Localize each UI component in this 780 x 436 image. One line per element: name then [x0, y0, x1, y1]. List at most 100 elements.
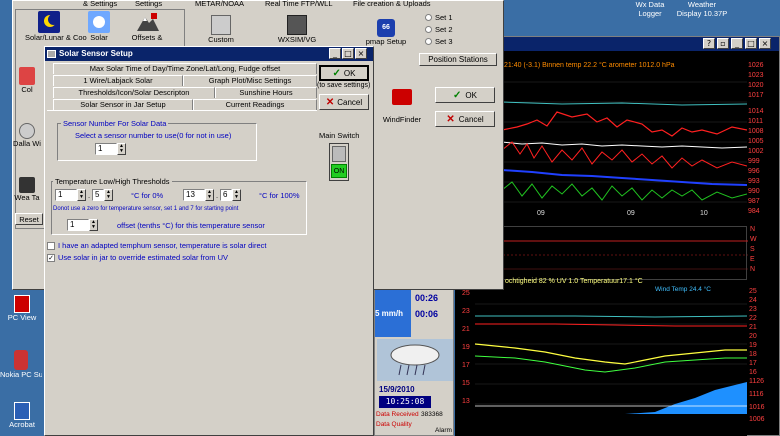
high-int-input[interactable]: 13 — [183, 189, 205, 201]
radio-set3[interactable]: Set 3 — [425, 37, 453, 46]
windfinder-icon — [392, 89, 412, 105]
high-dec-input[interactable]: 6 — [220, 189, 232, 201]
main-ok-button[interactable]: ✓ OK — [435, 87, 495, 103]
tab-1wire-labjack[interactable]: 1 Wire/Labjack Solar — [53, 75, 183, 86]
tab-graph-plot[interactable]: Graph Plot/Misc Settings — [183, 75, 317, 86]
wind-axis: N W S E N — [750, 226, 760, 280]
maximize-icon[interactable]: □ — [342, 48, 354, 59]
axis-label: 21 — [462, 326, 470, 333]
top-settings-right[interactable]: Settings — [135, 0, 162, 8]
minimize-icon[interactable]: _ — [329, 48, 341, 59]
maximize-icon[interactable]: □ — [745, 38, 757, 49]
offset-spin[interactable]: ▲ ▼ — [89, 219, 98, 231]
clock-display: 10:25:08 — [379, 396, 431, 408]
reset-button[interactable]: Reset — [15, 213, 43, 225]
left-item-wea[interactable]: Wea Ta — [13, 177, 41, 202]
low-dec-input[interactable]: 5 — [92, 189, 104, 201]
icon-solar[interactable]: Solar — [79, 11, 119, 42]
zero-hint: Donot use a zero for temperature sensor,… — [53, 206, 239, 212]
icon-label: Solar — [90, 33, 108, 42]
globe-icon — [19, 123, 35, 139]
axis-label: 19 — [749, 342, 757, 349]
main-switch-toggle[interactable]: ON — [329, 143, 349, 181]
close-icon[interactable]: × — [355, 48, 367, 59]
tab-thresholds[interactable]: Thresholds/Icon/Solar Descripton — [53, 87, 215, 98]
icon-solar-lunar[interactable]: Solar/Lunar & Coo — [25, 11, 87, 42]
tab-max-solar[interactable]: Max Solar Time of Day/Time Zone/Lat/Long… — [53, 63, 317, 74]
checkbox-label: Use solar in jar to override estimated s… — [58, 253, 229, 262]
low-int-spin[interactable]: ▲ ▼ — [77, 189, 86, 201]
wind-axis-label: N — [750, 226, 756, 233]
icon-wxsim[interactable]: WXSIM/VG — [275, 15, 319, 44]
temp-axis-right: 25 24 23 22 21 20 19 18 17 16 1126 1116 … — [749, 288, 780, 436]
icon-offsets[interactable]: Offsets & — [125, 11, 169, 42]
sensor-number-spin[interactable]: ▲ ▼ — [117, 143, 126, 155]
pressure-axis: 1026 1023 1020 1017 1014 1011 1008 1005 … — [748, 62, 770, 222]
dialog-cancel-button[interactable]: ✕ Cancel — [319, 94, 369, 110]
wind-axis-label: E — [750, 256, 755, 263]
close-icon[interactable]: × — [759, 38, 771, 49]
series-yellow-temp — [474, 343, 747, 365]
wea-icon — [19, 177, 35, 193]
high-int-spin[interactable]: ▲ ▼ — [205, 189, 214, 201]
wind-axis-label: N — [750, 266, 756, 273]
high-dec-spin[interactable]: ▲ ▼ — [232, 189, 241, 201]
temp-legend: ochtigheid 82 % UV 1.0 Temperatuur17.1 °… — [505, 278, 643, 285]
icon-label: Custom — [208, 35, 234, 44]
series-cyan-temp — [475, 315, 747, 318]
time-display-2: 00:06 — [415, 309, 439, 319]
desktop-icon-acrobat[interactable]: Acrobat — [2, 402, 42, 436]
high-label: °C for 100% — [259, 191, 300, 200]
axis-label: 16 — [749, 369, 757, 376]
solar-jar-checkbox[interactable]: ✓ Use solar in jar to override estimated… — [47, 253, 228, 262]
tab-realtime[interactable]: Real Time FTP/WLL — [265, 0, 333, 8]
left-item-dalla[interactable]: Dalla Wi — [13, 123, 41, 148]
x-tick: 09 — [627, 210, 635, 217]
sensor-number-input[interactable]: 1 — [95, 143, 117, 155]
checkbox-box — [47, 241, 55, 250]
x-icon: ✕ — [446, 113, 455, 125]
axis-label: 1006 — [749, 416, 765, 423]
weather-display-label[interactable]: Weather Display 10.37P — [672, 0, 732, 18]
axis-label: 1002 — [748, 148, 764, 155]
top-settings-left[interactable]: & Settings — [83, 0, 117, 8]
help-icon[interactable]: ? — [703, 38, 715, 49]
axis-label: 25 — [462, 290, 470, 297]
weather-icon — [377, 339, 453, 381]
route66-icon: 66 — [377, 19, 395, 37]
checkbox-label: I have an adapted temphum sensor, temper… — [58, 241, 267, 250]
axis-label: 1014 — [748, 108, 764, 115]
tab-solar-jar[interactable]: Solar Sensor in Jar Setup — [53, 99, 193, 110]
left-item-label: Dalla Wi — [13, 139, 41, 148]
axis-label: 1026 — [748, 62, 764, 69]
offset-input[interactable]: 1 — [67, 219, 89, 231]
icon-custom[interactable]: Custom — [201, 15, 241, 44]
axis-label: 13 — [462, 398, 470, 405]
axis-label: 19 — [462, 344, 470, 351]
desktop-icon-pcview[interactable]: PC View — [2, 295, 42, 331]
axis-label: 987 — [748, 198, 760, 205]
low-int-input[interactable]: 1 — [55, 189, 77, 201]
axis-label: 1005 — [748, 138, 764, 145]
radio-set1[interactable]: Set 1 — [425, 13, 453, 22]
low-dec-spin[interactable]: ▲ ▼ — [104, 189, 113, 201]
radio-set2[interactable]: Set 2 — [425, 25, 453, 34]
restore-icon[interactable]: ▫ — [717, 38, 729, 49]
temphum-checkbox[interactable]: I have an adapted temphum sensor, temper… — [47, 241, 266, 250]
solar-fill — [625, 382, 747, 414]
tab-current-readings[interactable]: Current Readings — [193, 99, 317, 110]
series-red — [502, 111, 747, 137]
icon-route66[interactable]: 66 pmap Setup — [361, 19, 411, 46]
dialog-ok-button[interactable]: ✓ OK — [319, 65, 369, 81]
icon-windfinder[interactable]: WindFinder — [379, 89, 425, 124]
desktop-icon-nokia[interactable]: Nokia PC Suite — [0, 350, 42, 386]
tab-file-creation[interactable]: File creation & Uploads — [353, 0, 431, 8]
tab-sunshine-hours[interactable]: Sunshine Hours — [215, 87, 317, 98]
minimize-icon[interactable]: _ — [731, 38, 743, 49]
wxdata-logger-label[interactable]: Wx Data Logger — [630, 0, 670, 18]
main-cancel-button[interactable]: ✕ Cancel — [435, 111, 495, 127]
tab-metar[interactable]: METAR/NOAA — [195, 0, 244, 8]
axis-label: 993 — [748, 178, 760, 185]
left-item-col[interactable]: Col — [13, 67, 41, 94]
position-stations-button[interactable]: Position Stations — [419, 53, 497, 66]
